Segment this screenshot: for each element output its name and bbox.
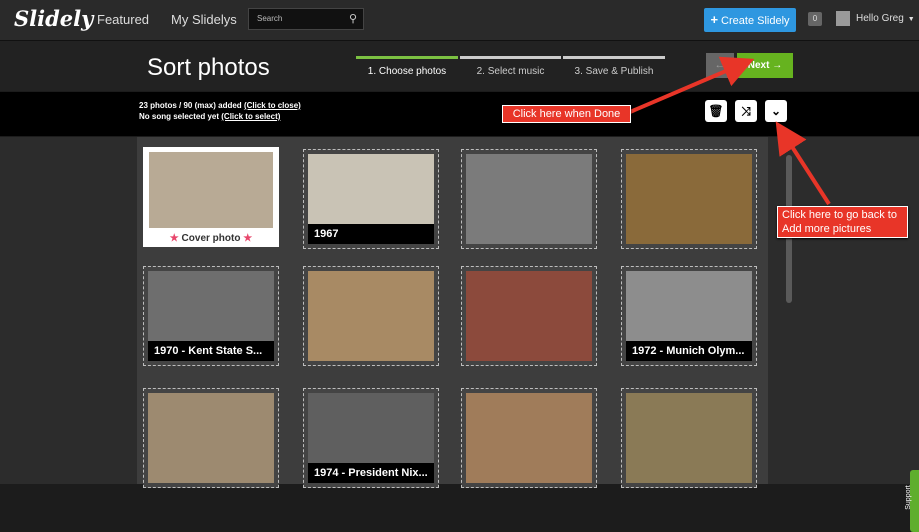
- photo-count-text: 23 photos / 90 (max) added: [139, 101, 242, 110]
- photo-grid: ★ Cover photo ★ 1967 1970 - Kent State S…: [137, 137, 768, 488]
- top-navigation-bar: Slidely Featured My Slidelys Search ⚲ + C…: [0, 0, 919, 41]
- photo-tile[interactable]: [621, 149, 757, 249]
- photo-tile[interactable]: 1974 - President Nix...: [303, 388, 439, 488]
- next-button[interactable]: Next →: [737, 53, 793, 78]
- photo-tile-cover[interactable]: ★ Cover photo ★: [143, 147, 279, 247]
- step-choose-photos[interactable]: 1. Choose photos: [356, 56, 458, 91]
- photo-thumbnail: [466, 154, 592, 244]
- song-status-text: No song selected yet: [139, 112, 220, 121]
- create-slidely-label: Create Slidely: [721, 15, 790, 27]
- photo-caption: 1967: [308, 224, 434, 244]
- photo-caption: 1970 - Kent State S...: [148, 341, 274, 361]
- photo-caption: 1972 - Munich Olym...: [626, 341, 752, 361]
- create-slidely-button[interactable]: + Create Slidely: [704, 8, 796, 32]
- photo-thumbnail: [466, 271, 592, 361]
- step-label: 2. Select music: [476, 66, 545, 77]
- search-placeholder: Search: [257, 14, 283, 23]
- search-input[interactable]: Search ⚲: [248, 8, 364, 30]
- page-title: Sort photos: [147, 54, 270, 81]
- step-save-publish[interactable]: 3. Save & Publish: [563, 56, 665, 91]
- photo-tile[interactable]: 1967: [303, 149, 439, 249]
- photo-thumbnail: [466, 393, 592, 483]
- chevron-down-icon: ▼: [905, 16, 915, 23]
- photo-tile[interactable]: [461, 149, 597, 249]
- back-button[interactable]: ←: [706, 53, 734, 78]
- photo-thumbnail: [626, 393, 752, 483]
- song-status-line: No song selected yet (Click to select): [139, 112, 280, 121]
- star-icon: ★: [243, 233, 253, 244]
- cover-photo-label: ★ Cover photo ★: [145, 233, 277, 244]
- photo-tile[interactable]: [143, 388, 279, 488]
- selection-info-bar: 23 photos / 90 (max) added (Click to clo…: [0, 92, 919, 136]
- support-tab[interactable]: Support: [905, 470, 919, 532]
- callout-go-back: Click here to go back to Add more pictur…: [777, 206, 908, 238]
- select-song-link[interactable]: (Click to select): [221, 112, 280, 121]
- photo-thumbnail: [308, 271, 434, 361]
- photo-sort-area: ★ Cover photo ★ 1967 1970 - Kent State S…: [0, 137, 919, 532]
- step-progress-bar: [356, 56, 458, 59]
- photo-tile[interactable]: [461, 388, 597, 488]
- plus-icon: +: [710, 12, 719, 27]
- title-bar: Sort photos 1. Choose photos 2. Select m…: [0, 41, 919, 91]
- photo-thumbnail: [626, 154, 752, 244]
- photo-tile[interactable]: [303, 266, 439, 366]
- photo-thumbnail: [148, 393, 274, 483]
- trash-icon[interactable]: 🗑: [705, 100, 727, 122]
- close-link[interactable]: (Click to close): [244, 101, 301, 110]
- photo-count-line: 23 photos / 90 (max) added (Click to clo…: [139, 101, 301, 110]
- nav-featured[interactable]: Featured: [97, 12, 149, 27]
- photo-tile[interactable]: [461, 266, 597, 366]
- step-progress-bar: [563, 56, 665, 59]
- step-progress-bar: [460, 56, 561, 59]
- support-label: Support: [904, 485, 912, 510]
- slidely-logo[interactable]: Slidely: [14, 6, 93, 31]
- avatar[interactable]: [836, 11, 850, 26]
- step-label: 3. Save & Publish: [574, 66, 654, 77]
- search-icon[interactable]: ⚲: [349, 12, 357, 25]
- notification-badge[interactable]: 0: [808, 12, 822, 26]
- photo-tile[interactable]: 1970 - Kent State S...: [143, 266, 279, 366]
- user-menu[interactable]: Hello Greg ▼: [856, 13, 915, 24]
- chevron-collapse-icon[interactable]: ⌄: [765, 100, 787, 122]
- photo-tile[interactable]: [621, 388, 757, 488]
- step-label: 1. Choose photos: [367, 66, 447, 77]
- photo-caption: 1974 - President Nix...: [308, 463, 434, 483]
- nav-my-slidelys[interactable]: My Slidelys: [171, 12, 237, 27]
- cover-caption: Cover photo: [181, 233, 241, 244]
- greeting-text: Hello Greg: [856, 13, 904, 24]
- star-icon: ★: [169, 233, 179, 244]
- photo-tile[interactable]: 1972 - Munich Olym...: [621, 266, 757, 366]
- callout-done: Click here when Done: [502, 105, 631, 123]
- photo-thumbnail: [149, 152, 273, 228]
- shuffle-icon[interactable]: ⤨: [735, 100, 757, 122]
- step-select-music[interactable]: 2. Select music: [460, 56, 561, 91]
